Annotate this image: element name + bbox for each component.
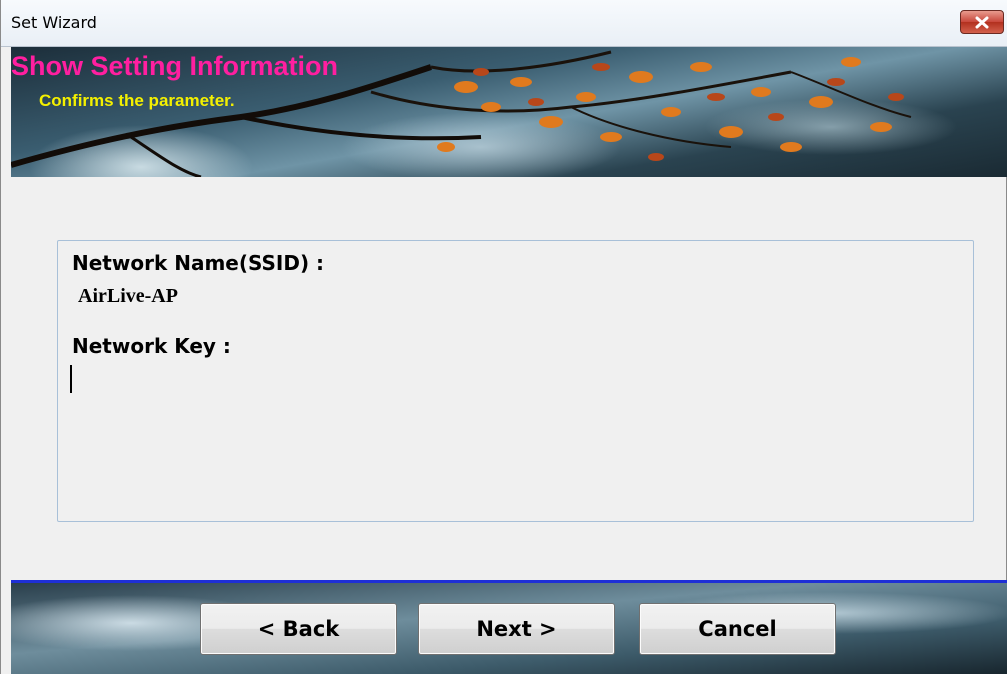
ssid-label: Network Name(SSID) : [72, 251, 325, 275]
window-title: Set Wizard [11, 13, 97, 32]
close-button[interactable] [960, 10, 1004, 34]
network-key-field[interactable] [70, 365, 470, 393]
next-button[interactable]: Next > [418, 603, 615, 655]
settings-summary-panel: Network Name(SSID) : AirLive-AP Network … [57, 240, 974, 522]
banner-title: Show Setting Information [11, 51, 338, 81]
back-button[interactable]: < Back [200, 603, 397, 655]
header-banner: Show Setting Information Confirms the pa… [11, 47, 1007, 177]
network-key-label: Network Key : [72, 334, 231, 358]
close-icon [975, 16, 989, 29]
wizard-window: Set Wizard Show Setting Information Conf… [0, 0, 1007, 674]
ssid-value: AirLive-AP [78, 285, 178, 307]
banner-subtitle: Confirms the parameter. [39, 91, 235, 110]
footer-panel: < Back Next > Cancel [11, 583, 1007, 674]
title-bar: Set Wizard [1, 0, 1007, 47]
cancel-button[interactable]: Cancel [639, 603, 836, 655]
